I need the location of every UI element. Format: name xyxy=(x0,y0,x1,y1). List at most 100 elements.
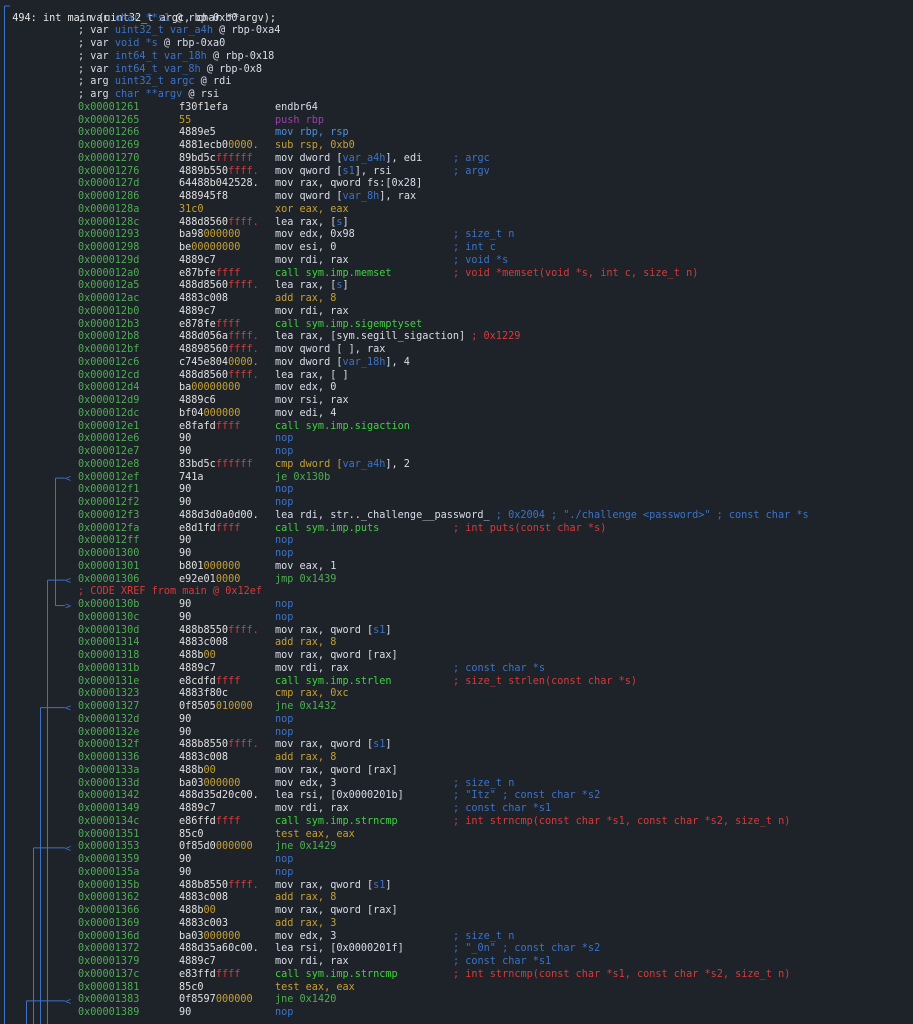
opcode-part: ffff xyxy=(215,267,241,279)
opcode-part: 90 xyxy=(179,535,192,547)
instruction-row[interactable]: 0x000012ef 741a je 0x130b xyxy=(0,472,913,485)
instruction-row[interactable]: 0x00001318 488b00 mov rax, qword [rax] xyxy=(0,650,913,663)
instruction-row[interactable]: 0x0000130c 90 nop xyxy=(0,612,913,625)
instruction-row[interactable]: 0x0000133d ba03000000 mov edx, 3 ; size_t n xyxy=(0,778,913,791)
instruction-row[interactable]: 0x00001323 4883f80c cmp rax, 0xc xyxy=(0,688,913,701)
instruction-row[interactable]: 0x0000132d 90 nop xyxy=(0,714,913,727)
instruction-row[interactable]: 0x000012ff 90 nop xyxy=(0,535,913,548)
opcode-bytes: 90 xyxy=(179,446,191,459)
instruction-row[interactable]: 0x0000129d 4889c7 mov rdi, rax ; void *s xyxy=(0,255,913,268)
instruction-part: mov dword [ xyxy=(275,152,343,164)
instruction-row[interactable]: 0x00001327 0f8505010000 jne 0x1432 xyxy=(0,701,913,714)
instruction-row[interactable]: 0x0000135b 488b8550ffff. mov rax, qword [s… xyxy=(0,880,913,893)
opcode-bytes: 488b00 xyxy=(179,650,216,663)
instruction-row[interactable]: 0x000012d4 ba00000000 mov edx, 0 xyxy=(0,382,913,395)
instruction-row[interactable]: 0x0000134c e86ffdffff call sym.imp.strncmp… xyxy=(0,816,913,829)
instruction-row[interactable]: 0x0000133a 488b00 mov rax, qword [rax] xyxy=(0,765,913,778)
var-declaration[interactable]: ; var void *s @ rbp-0xa0 xyxy=(0,38,913,51)
instruction-row[interactable]: 0x00001366 488b00 mov rax, qword [rax] xyxy=(0,905,913,918)
instruction-row[interactable]: 0x000012a0 e87bfeffff call sym.imp.memset;… xyxy=(0,268,913,281)
instruction-row[interactable]: 0x00001362 4883c008 add rax, 8 xyxy=(0,892,913,905)
instruction-row[interactable]: 0x0000136d ba03000000 mov edx, 3 ; size_t n xyxy=(0,931,913,944)
instruction-row[interactable]: 0x000012dc bf04000000 mov edi, 4 xyxy=(0,408,913,421)
var-declaration[interactable]: ; arg uint32_t argc @ rdi xyxy=(0,76,913,89)
instruction-part: lea rsi, [0x0000201f] xyxy=(275,943,404,955)
instruction-row[interactable]: 0x000012e6 90 nop xyxy=(0,433,913,446)
instruction-row[interactable]: 0x0000137c e83ffdffff call sym.imp.strncmp… xyxy=(0,969,913,982)
opcode-bytes: 90 xyxy=(179,714,191,727)
instruction-row[interactable]: 0x0000132f 488b8550ffff. mov rax, qword [s… xyxy=(0,739,913,752)
instruction-row[interactable]: 0x00001336 4883c008 add rax, 8 xyxy=(0,752,913,765)
instruction-row[interactable]: 0x00001372 488d35a60c00. lea rsi, [0x00002… xyxy=(0,943,913,956)
instruction-row[interactable]: 0x0000131b 4889c7 mov rdi, rax ; const char… xyxy=(0,663,913,676)
instruction: lea rsi, [0x0000201b] xyxy=(275,790,404,803)
instruction-row[interactable]: 0x000012f3 488d3d0a0d00. lea rdi, str.._ch… xyxy=(0,510,913,523)
instruction-part: mov esi, 0 xyxy=(275,242,337,254)
instruction-row[interactable]: 0x0000135a 90 nop xyxy=(0,867,913,880)
address: 0x00001261 xyxy=(78,101,140,113)
instruction-row[interactable]: 0x00001369 4883c003 add rax, 3 xyxy=(0,918,913,931)
instruction-row[interactable]: 0x000012f1 90 nop xyxy=(0,484,913,497)
var-declaration[interactable]: ; var uint32_t var_a4h @ rbp-0xa4 xyxy=(0,25,913,38)
opcode-part: 488d056a xyxy=(179,331,229,343)
opcode-bytes: 488b00 xyxy=(179,765,216,778)
instruction-row[interactable]: 0x00001293 ba98000000 mov edx, 0x98 ; size_… xyxy=(0,229,913,242)
instruction-row[interactable]: 0x000012a5 488d8560ffff. lea rax, [s] xyxy=(0,280,913,293)
instruction-row[interactable]: 0x000012cd 488d8560ffff. lea rax, [ ] xyxy=(0,370,913,383)
instruction-row[interactable]: 0x0000130d 488b8550ffff. mov rax, qword [s… xyxy=(0,625,913,638)
instruction: lea rax, [s] xyxy=(275,217,349,230)
instruction-row[interactable]: 0x00001276 4889b550ffff. mov qword [s1], r… xyxy=(0,166,913,179)
instruction-row[interactable]: 0x0000132e 90 nop xyxy=(0,727,913,740)
instruction-row[interactable]: 0x00001270 89bd5cffffff mov dword [var_a4h… xyxy=(0,153,913,166)
instruction-row[interactable]: 0x00001306 e92e010000 jmp 0x1439 xyxy=(0,574,913,587)
instruction-row[interactable]: 0x00001351 85c0 test eax, eax xyxy=(0,829,913,842)
instruction-row[interactable]: 0x00001301 b801000000 mov eax, 1 xyxy=(0,561,913,574)
opcode-bytes: 90 xyxy=(179,599,191,612)
instruction: mov qword [var_8h], rax xyxy=(275,191,416,204)
instruction-row[interactable]: 0x00001342 488d35d20c00. lea rsi, [0x00002… xyxy=(0,790,913,803)
instruction-row[interactable]: 0x000012e8 83bd5cffffff cmp dword [var_a4h… xyxy=(0,459,913,472)
instruction-row[interactable]: 0x00001379 4889c7 mov rdi, rax ; const char… xyxy=(0,956,913,969)
var-declaration[interactable]: ; var char **s1 @ rbp-0xb0 xyxy=(0,13,913,26)
instruction-row[interactable]: 0x000012f2 90 nop xyxy=(0,497,913,510)
instruction-row[interactable]: 0x000012c6 c745e8040000. mov dword [var_18… xyxy=(0,357,913,370)
var-declaration[interactable]: ; arg char **argv @ rsi xyxy=(0,89,913,102)
opcode-part: 488b8550 xyxy=(179,879,229,891)
opcode-part: be xyxy=(179,242,192,254)
instruction-row[interactable]: 0x00001265 55 push rbp xyxy=(0,115,913,128)
var-declaration[interactable]: ; var int64_t var_18h @ rbp-0x18 xyxy=(0,51,913,64)
instruction-row[interactable]: 0x0000128c 488d8560ffff. lea rax, [s] xyxy=(0,217,913,230)
instruction-row[interactable]: 0x00001300 90 nop xyxy=(0,548,913,561)
instruction-row[interactable]: 0x0000131e e8cdfdffff call sym.imp.strlen;… xyxy=(0,676,913,689)
instruction-row[interactable]: 0x000012ac 4883c008 add rax, 8 xyxy=(0,293,913,306)
instruction-row[interactable]: 0x000012b0 4889c7 mov rdi, rax xyxy=(0,306,913,319)
instruction-row[interactable]: 0x000012e7 90 nop xyxy=(0,446,913,459)
instruction-row[interactable]: 0x00001389 90 nop xyxy=(0,1007,913,1020)
instruction-row[interactable]: 0x0000127d 64488b042528. mov rax, qword fs… xyxy=(0,178,913,191)
instruction-row[interactable]: 0x000012e1 e8fafdffff call sym.imp.sigacti… xyxy=(0,421,913,434)
instruction-row[interactable]: 0x000012fa e8d1fdffff call sym.imp.puts ; i… xyxy=(0,523,913,536)
opcode-part: ba98 xyxy=(179,229,204,241)
instruction-row[interactable]: 0x00001383 0f8597000000 jne 0x1420 xyxy=(0,994,913,1007)
instruction-row[interactable]: 0x00001314 4883c008 add rax, 8 xyxy=(0,637,913,650)
instruction: call sym.imp.puts xyxy=(275,523,379,536)
instruction-row[interactable]: 0x0000130b 90 nop xyxy=(0,599,913,612)
instruction-row[interactable]: 0x00001286 488945f8 mov qword [var_8h], ra… xyxy=(0,191,913,204)
instruction-row[interactable]: 0x00001298 be00000000 mov esi, 0 ; int c xyxy=(0,242,913,255)
instruction-row[interactable]: 0x000012b3 e878feffff call sym.imp.sigempt… xyxy=(0,319,913,332)
address: 0x0000133a xyxy=(78,764,140,776)
instruction-row[interactable]: 0x00001261 f30f1efa endbr64 xyxy=(0,102,913,115)
instruction-row[interactable]: 0x0000128a 31c0 xor eax, eax xyxy=(0,204,913,217)
instruction-row[interactable]: 0x00001353 0f85d0000000 jne 0x1429 xyxy=(0,841,913,854)
instruction-row[interactable]: 0x000012b8 488d056affff. lea rax, [sym.seg… xyxy=(0,331,913,344)
instruction-part: cmp dword [ xyxy=(275,458,343,470)
instruction-row[interactable]: 0x000012bf 48898560ffff. mov qword [ ], ra… xyxy=(0,344,913,357)
instruction-row[interactable]: 0x00001269 4881ecb00000. sub rsp, 0xb0 xyxy=(0,140,913,153)
instruction: mov edx, 0x98 xyxy=(275,229,355,242)
instruction-row[interactable]: 0x00001359 90 nop xyxy=(0,854,913,867)
instruction-row[interactable]: 0x00001381 85c0 test eax, eax xyxy=(0,982,913,995)
instruction-row[interactable]: 0x00001349 4889c7 mov rdi, rax ; const char… xyxy=(0,803,913,816)
instruction-row[interactable]: 0x00001266 4889e5 mov rbp, rsp xyxy=(0,127,913,140)
instruction-row[interactable]: 0x000012d9 4889c6 mov rsi, rax xyxy=(0,395,913,408)
var-declaration[interactable]: ; var int64_t var_8h @ rbp-0x8 xyxy=(0,64,913,77)
